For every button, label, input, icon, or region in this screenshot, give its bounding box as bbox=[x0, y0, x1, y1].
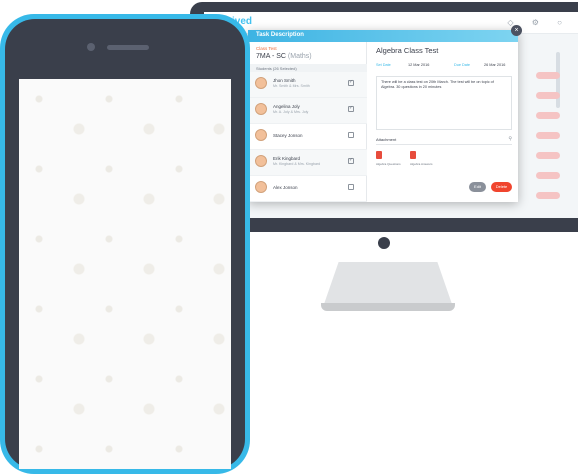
background-badge bbox=[536, 72, 560, 79]
avatar bbox=[255, 129, 267, 141]
set-date-value[interactable]: 12 Mar 2016 bbox=[408, 63, 429, 67]
pdf-icon bbox=[376, 151, 382, 159]
monitor-stand-base bbox=[321, 303, 455, 311]
edit-button[interactable]: Edit bbox=[469, 182, 486, 192]
class-code: 7MA - SC bbox=[256, 53, 286, 60]
student-row[interactable]: Alex Jonson bbox=[248, 176, 367, 202]
attachment-name: Algebra Answers bbox=[410, 162, 433, 166]
background-scrollbar bbox=[556, 52, 560, 108]
background-badge bbox=[536, 112, 560, 119]
phone-screen bbox=[19, 79, 231, 469]
task-detail-panel: Algebra Class Test Set Date 12 Mar 2016 … bbox=[368, 42, 518, 202]
class-subject: (Maths) bbox=[287, 53, 312, 60]
avatar bbox=[255, 181, 267, 193]
avatar bbox=[255, 103, 267, 115]
attachment-row: Attachment ⚲ bbox=[376, 136, 512, 145]
phone-speaker bbox=[107, 45, 149, 50]
pdf-icon bbox=[410, 151, 416, 159]
student-name: Alex Jonson bbox=[273, 185, 298, 190]
background-badge bbox=[536, 132, 560, 139]
student-parents: Mr. Smith & Mrs. Smith bbox=[273, 84, 310, 88]
student-name: Stacey Jonson bbox=[273, 133, 303, 138]
background-badge bbox=[536, 92, 560, 99]
attachment-name: Algebra Questions bbox=[376, 162, 401, 166]
attachment-label: Attachment bbox=[376, 137, 397, 142]
student-row[interactable]: Stacey Jonson bbox=[248, 124, 367, 150]
modal-header: Task Description bbox=[248, 30, 518, 42]
task-description[interactable]: There will be a class test on 20th March… bbox=[376, 76, 512, 130]
student-name: Angelina Joly bbox=[273, 104, 300, 109]
student-row[interactable]: Erik Kingbard Mr. Kingbard & Mrs. Kingba… bbox=[248, 150, 367, 176]
phone-body bbox=[5, 19, 245, 469]
monitor-camera-dot bbox=[378, 237, 390, 249]
student-checkbox[interactable] bbox=[348, 132, 354, 138]
avatar bbox=[255, 155, 267, 167]
modal-title: Task Description bbox=[256, 32, 304, 38]
phone-camera bbox=[87, 43, 95, 51]
background-badge bbox=[536, 152, 560, 159]
set-date-label: Set Date bbox=[376, 63, 391, 67]
student-name: Erik Kingbard bbox=[273, 156, 301, 161]
due-date-value[interactable]: 26 Mar 2016 bbox=[484, 63, 505, 67]
monitor-stand bbox=[323, 262, 453, 307]
student-checkbox[interactable] bbox=[348, 184, 354, 190]
paperclip-icon[interactable]: ⚲ bbox=[508, 136, 512, 142]
background-badge bbox=[536, 172, 560, 179]
class-name: 7MA - SC (Maths) bbox=[256, 53, 312, 60]
due-date-label: Due Date bbox=[454, 63, 471, 67]
class-test-label: Class Test bbox=[256, 46, 277, 51]
task-title: Algebra Class Test bbox=[376, 46, 439, 55]
student-name: Jhon Smith bbox=[273, 78, 296, 83]
student-checkbox[interactable] bbox=[348, 105, 354, 112]
student-row[interactable]: Angelina Joly Mr. A. Joly & Mrs. Joly bbox=[248, 98, 367, 124]
students-header: Students (26 Selected) bbox=[248, 64, 367, 72]
phone-device bbox=[0, 14, 250, 474]
student-checkbox[interactable] bbox=[348, 157, 354, 164]
student-row[interactable]: Jhon Smith Mr. Smith & Mrs. Smith bbox=[248, 72, 367, 98]
background-badge bbox=[536, 192, 560, 199]
delete-button[interactable]: Delete bbox=[491, 182, 512, 192]
students-panel: Class Test 7MA - SC (Maths) Students (26… bbox=[248, 42, 367, 202]
task-description-modal: Task Description × Class Test 7MA - SC (… bbox=[248, 25, 522, 202]
student-parents: Mr. Kingbard & Mrs. Kingbard bbox=[273, 162, 321, 166]
avatar bbox=[255, 77, 267, 89]
close-icon[interactable]: × bbox=[511, 25, 522, 36]
student-checkbox[interactable] bbox=[348, 79, 354, 86]
student-parents: Mr. A. Joly & Mrs. Joly bbox=[273, 110, 309, 114]
